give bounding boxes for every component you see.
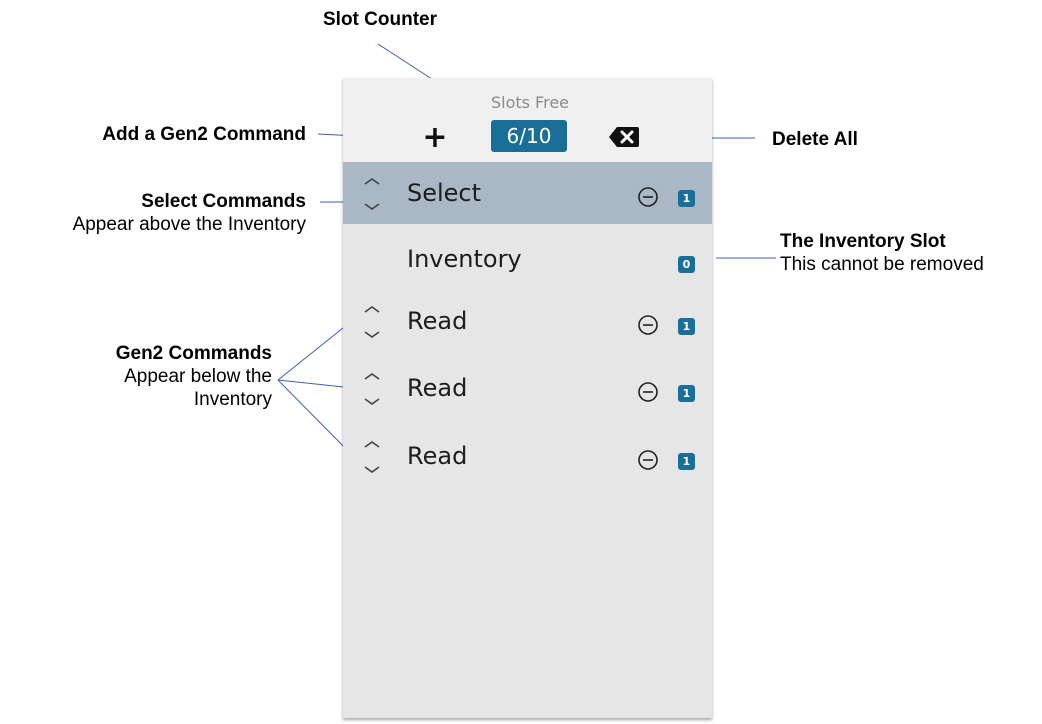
row-label: Read — [407, 442, 468, 470]
up-down-chevrons-icon[interactable] — [361, 369, 383, 409]
minus-circle-icon[interactable] — [637, 314, 659, 336]
inventory-callout: The Inventory Slot This cannot be remove… — [780, 230, 984, 276]
up-down-chevrons-icon[interactable] — [361, 302, 383, 342]
command-row-inventory[interactable]: Inventory 0 — [343, 228, 712, 290]
add-command-title: Add a Gen2 Command — [102, 124, 306, 145]
gen2-desc-line1: Appear below the — [124, 366, 272, 387]
delete-all-button[interactable] — [608, 126, 640, 148]
minus-circle-icon[interactable] — [637, 381, 659, 403]
slot-counter-callout: Slot Counter — [300, 8, 460, 31]
panel-toolbar: Slots Free + 6/10 — [343, 78, 712, 162]
select-desc: Appear above the Inventory — [72, 214, 306, 235]
gen2-line-2 — [277, 379, 354, 389]
count-badge: 1 — [678, 385, 695, 402]
up-down-chevrons-icon[interactable] — [361, 437, 383, 477]
add-command-button[interactable]: + — [415, 120, 455, 156]
command-panel: Slots Free + 6/10 Select 1 Inventory 0 R… — [343, 78, 712, 718]
gen2-title: Gen2 Commands — [115, 343, 272, 364]
gen2-line-3 — [277, 379, 354, 457]
gen2-desc-line2: Inventory — [193, 389, 272, 410]
row-label: Select — [407, 179, 482, 207]
count-badge: 1 — [678, 190, 695, 207]
gen2-callout: Gen2 Commands Appear below the Inventory — [40, 342, 272, 411]
count-badge: 0 — [678, 256, 695, 273]
delete-all-title: Delete All — [772, 129, 858, 150]
slots-free-label: Slots Free — [490, 93, 570, 112]
count-badge: 1 — [678, 318, 695, 335]
minus-circle-icon[interactable] — [637, 449, 659, 471]
command-row-read-1[interactable]: Read 1 — [343, 290, 712, 352]
select-title: Select Commands — [141, 191, 306, 212]
command-row-select[interactable]: Select 1 — [343, 162, 712, 224]
row-label: Read — [407, 307, 468, 335]
add-command-callout: Add a Gen2 Command — [20, 123, 306, 146]
row-label: Inventory — [407, 245, 522, 273]
count-badge: 1 — [678, 453, 695, 470]
inventory-desc: This cannot be removed — [780, 254, 984, 275]
slot-counter-title: Slot Counter — [323, 9, 437, 30]
command-row-read-2[interactable]: Read 1 — [343, 357, 712, 419]
plus-icon: + — [422, 120, 448, 155]
row-label: Read — [407, 374, 468, 402]
slot-counter-button[interactable]: 6/10 — [491, 120, 567, 152]
delete-all-callout: Delete All — [772, 128, 858, 151]
inventory-title: The Inventory Slot — [780, 231, 946, 252]
select-callout: Select Commands Appear above the Invento… — [0, 190, 306, 236]
backspace-x-icon — [609, 127, 639, 147]
command-row-read-3[interactable]: Read 1 — [343, 425, 712, 487]
up-down-chevrons-icon[interactable] — [361, 174, 383, 214]
minus-circle-icon[interactable] — [637, 186, 659, 208]
gen2-line-1 — [277, 319, 354, 381]
